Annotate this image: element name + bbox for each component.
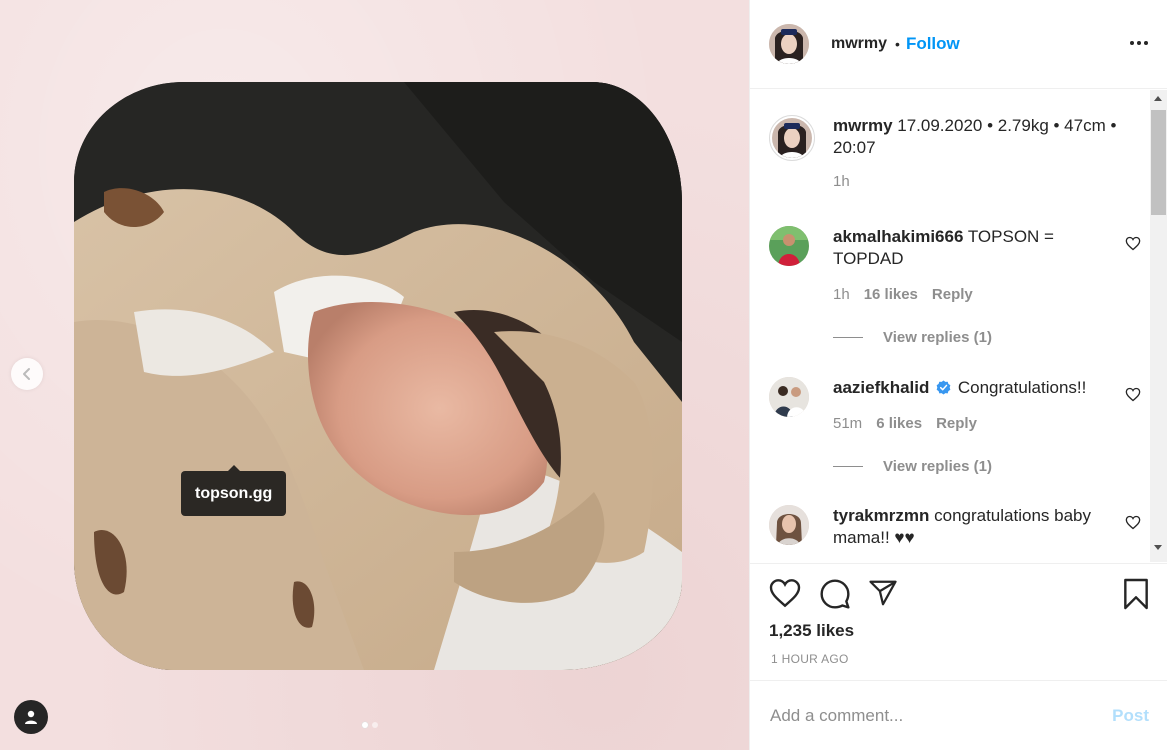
heart-icon [769,579,801,608]
caption-meta: 1h [833,173,1149,190]
header-separator: • [895,36,900,52]
caption-time[interactable]: 1h [833,173,850,190]
like-button[interactable] [769,578,801,613]
commenter-avatar[interactable] [769,377,809,417]
bookmark-icon [1124,578,1148,610]
share-icon [869,580,897,606]
comment-reply-button[interactable]: Reply [936,415,977,432]
more-options-button[interactable] [1129,30,1149,59]
heart-icon [1125,387,1141,402]
comment-username[interactable]: akmalhakimi666 [833,227,963,246]
comment-likes[interactable]: 6 likes [876,415,922,432]
post-media[interactable]: topson.gg [0,0,749,750]
action-bar [769,578,1150,610]
comment-body: Congratulations!! [957,378,1087,397]
carousel-indicator [362,722,378,728]
carousel-dot-active [362,722,368,728]
view-replies-button[interactable]: View replies (1) [833,458,992,475]
comment-icon [820,579,850,609]
heart-icon [1125,515,1141,530]
comment-text: aaziefkhalid Congratulations!! [833,377,1149,399]
comment-likes[interactable]: 16 likes [864,286,918,303]
comment-button[interactable] [819,578,851,615]
comment-meta: 1h 16 likes Reply [833,286,1149,303]
comment-item: akmalhakimi666 TOPSON = TOPDAD 1h 16 lik… [769,226,1149,303]
previous-media-button[interactable] [11,358,43,390]
comment-item: aaziefkhalid Congratulations!! 51m 6 lik… [769,377,1149,432]
save-button[interactable] [1122,578,1150,615]
comment-time[interactable]: 51m [833,415,862,432]
author-avatar[interactable] [769,24,809,64]
commenter-avatar-image [769,226,809,266]
caption-text: mwrmy 17.09.2020 • 2.79kg • 47cm • 20:07 [833,115,1149,159]
comment-username[interactable]: aaziefkhalid [833,378,929,397]
comment-text: tyrakmrzmn congratulations baby mama!! ♥… [833,505,1149,549]
caption-username[interactable]: mwrmy [833,116,893,135]
post-actions-area: 1,235 likes 1 HOUR AGO [750,563,1167,680]
scrollbar-thumb[interactable] [1151,110,1166,215]
like-comment-button[interactable] [1125,515,1141,535]
commenter-avatar-image [769,505,809,545]
author-avatar-image [769,24,809,64]
tagged-users-button[interactable] [14,700,48,734]
caption: mwrmy 17.09.2020 • 2.79kg • 47cm • 20:07… [769,115,1149,190]
chevron-left-icon [23,368,30,380]
post-photo[interactable] [74,82,682,670]
comment-meta: 51m 6 likes Reply [833,415,1149,432]
more-horizontal-icon [1130,41,1148,45]
scroll-up-arrow-icon[interactable] [1154,96,1162,101]
like-comment-button[interactable] [1125,236,1141,256]
caption-author-avatar[interactable] [769,115,815,161]
user-icon [25,710,37,724]
heart-icon [1125,236,1141,251]
comment-time[interactable]: 1h [833,286,850,303]
verified-badge-icon [936,380,951,395]
post-timestamp[interactable]: 1 HOUR AGO [771,652,849,666]
comment-text: akmalhakimi666 TOPSON = TOPDAD [833,226,1149,270]
post-header: mwrmy • Follow [750,0,1167,89]
view-replies-button[interactable]: View replies (1) [833,329,992,346]
follow-button[interactable]: Follow [906,34,960,54]
author-username[interactable]: mwrmy [831,35,887,53]
caption-avatar-image [772,118,812,158]
comment-username[interactable]: tyrakmrzmn [833,506,929,525]
comment-item: tyrakmrzmn congratulations baby mama!! ♥… [769,505,1149,549]
likes-count[interactable]: 1,235 likes [769,621,854,641]
user-tag-label[interactable]: topson.gg [181,465,287,516]
add-comment-bar: Post [750,680,1167,750]
post-panel: mwrmy • Follow mwrmy 17.09.2020 • 2.79kg… [749,0,1167,750]
comments-scrollbar[interactable] [1150,90,1167,562]
commenter-avatar[interactable] [769,226,809,266]
baby-photo-image [74,82,682,670]
scroll-down-arrow-icon[interactable] [1154,545,1162,550]
comment-reply-button[interactable]: Reply [932,286,973,303]
share-button[interactable] [867,578,899,613]
commenter-avatar-image [769,377,809,417]
carousel-dot [372,722,378,728]
post-comment-button[interactable]: Post [1112,706,1149,726]
comment-input[interactable] [770,705,1113,726]
like-comment-button[interactable] [1125,387,1141,407]
commenter-avatar[interactable] [769,505,809,545]
comments-list[interactable]: mwrmy 17.09.2020 • 2.79kg • 47cm • 20:07… [750,90,1150,562]
